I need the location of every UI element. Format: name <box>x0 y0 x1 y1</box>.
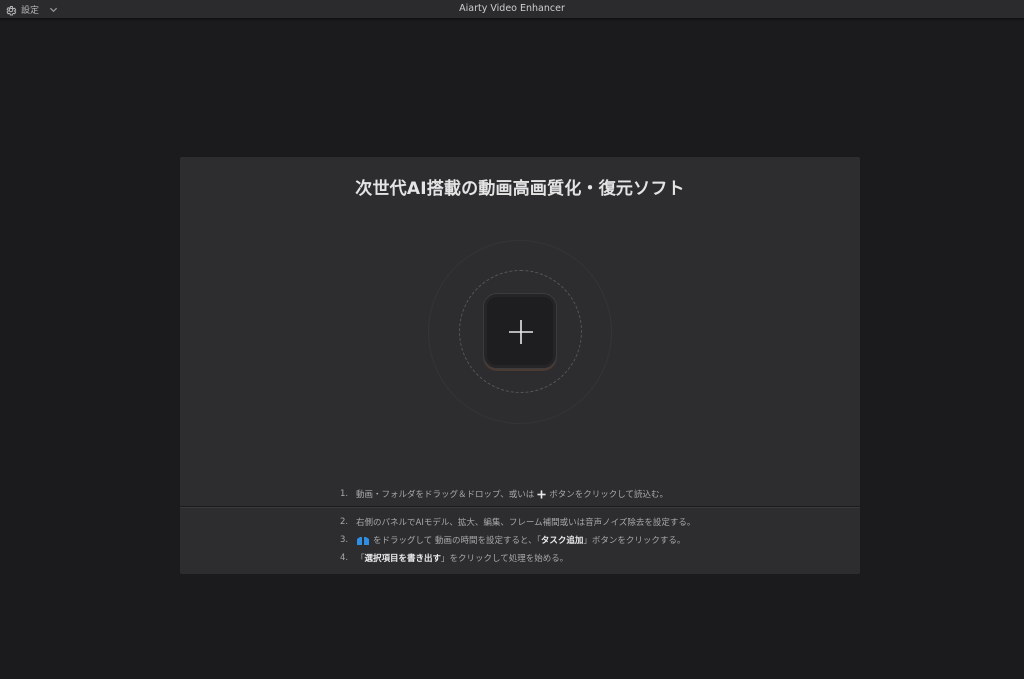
page-title: 次世代AI搭載の動画高画質化・復元ソフト <box>355 179 685 199</box>
titlebar-divider <box>0 19 1024 22</box>
instructions-panel: 2. 右側のパネルでAIモデル、拡大、編集、フレーム補間或いは音声ノイズ除去を設… <box>180 507 860 574</box>
instruction-step-3: 3. をドラッグして 動画の時間を設定すると、「 タスク追加 」ボタンをクリック… <box>340 535 686 546</box>
plus-icon <box>537 489 546 499</box>
app-title: Aiarty Video Enhancer <box>459 3 565 14</box>
title-bar: 設定 Aiarty Video Enhancer <box>0 0 1024 19</box>
instruction-step-4: 4. 「 選択項目を書き出す 」をクリックして処理を始める。 <box>340 553 569 564</box>
plus-icon <box>509 320 533 344</box>
drop-zone[interactable]: 次世代AI搭載の動画高画質化・復元ソフト 1. 動画・フォルダをドラッグ＆ドロッ… <box>180 157 860 506</box>
instruction-step-1: 1. 動画・フォルダをドラッグ＆ドロップ、或いは ボタンをクリックして読込む。 <box>340 489 668 500</box>
add-video-button[interactable] <box>483 293 557 369</box>
instruction-step-2: 2. 右側のパネルでAIモデル、拡大、編集、フレーム補間或いは音声ノイズ除去を設… <box>340 517 696 528</box>
trim-handles-icon <box>357 536 369 545</box>
